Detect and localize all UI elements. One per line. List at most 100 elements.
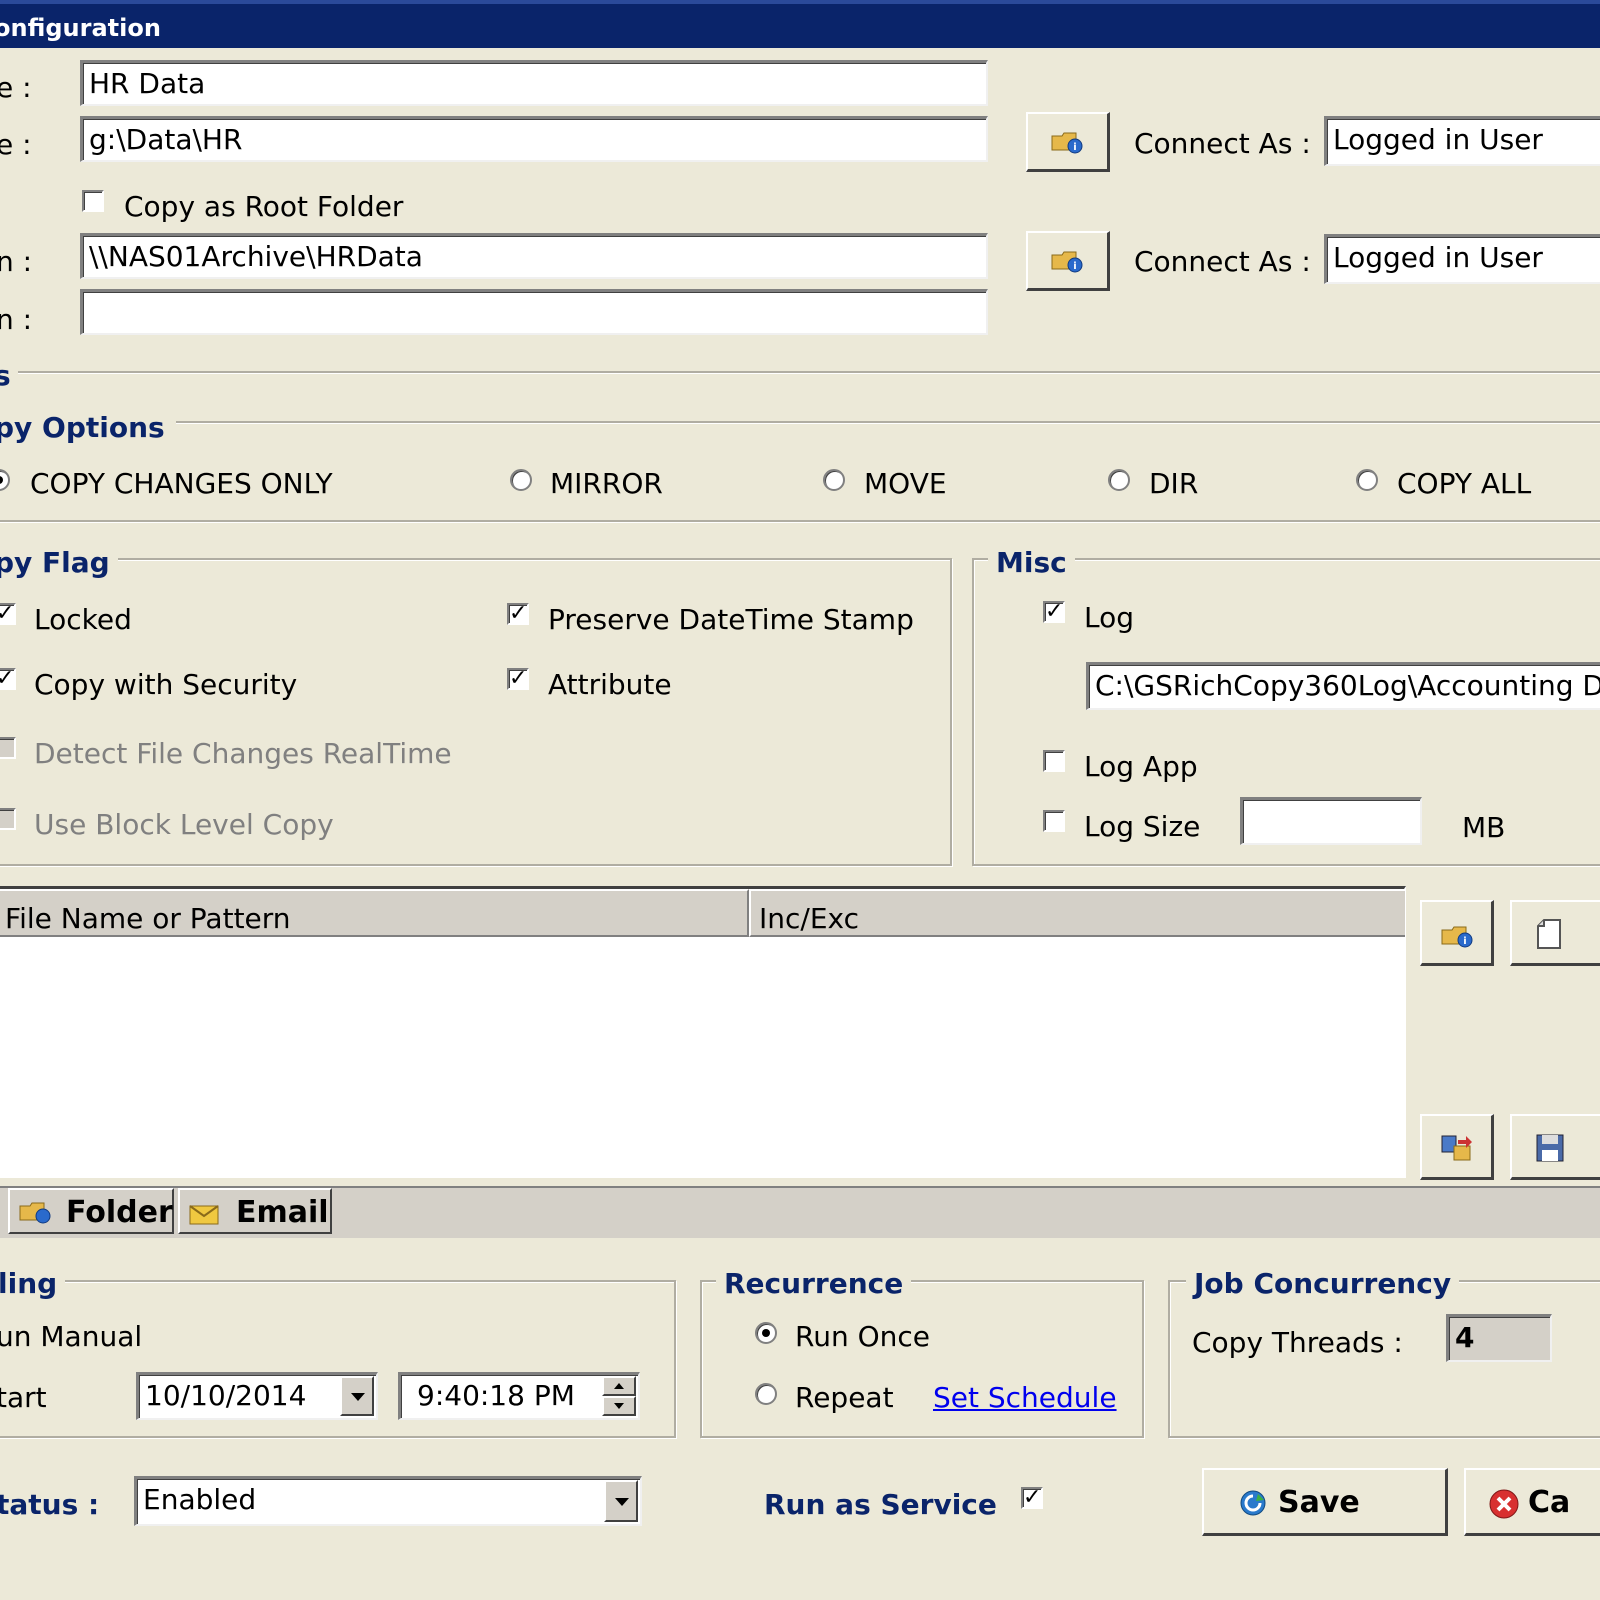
attribute-label: Attribute — [548, 668, 672, 701]
tab-folder-label: Folder — [66, 1195, 173, 1230]
status-label: tatus : — [0, 1488, 100, 1521]
status-value: Enabled — [143, 1483, 257, 1516]
copy-changes-only-label: COPY CHANGES ONLY — [30, 467, 333, 500]
job-concurrency-title: Job Concurrency — [1186, 1270, 1460, 1298]
detect-changes-label: Detect File Changes RealTime — [34, 737, 452, 770]
cancel-icon — [1489, 1489, 1519, 1519]
move-label: MOVE — [864, 467, 947, 500]
repeat-label: Repeat — [795, 1381, 894, 1414]
status-select[interactable]: Enabled — [134, 1476, 642, 1526]
svg-text:i: i — [1073, 261, 1076, 272]
recurrence-group — [700, 1280, 1144, 1438]
destination2-path-input[interactable] — [80, 289, 988, 335]
copy-all-label: COPY ALL — [1397, 467, 1532, 500]
destination-path-input[interactable]: \\NAS01Archive\HRData — [80, 233, 988, 279]
time-up-button[interactable] — [602, 1376, 636, 1396]
start-label: tart — [0, 1381, 47, 1414]
preserve-datetime-checkbox[interactable]: ✓ — [507, 603, 529, 625]
copy-security-checkbox[interactable]: ✓ — [0, 668, 16, 690]
log-app-label: Log App — [1084, 750, 1198, 783]
source-label: e : — [0, 128, 32, 161]
repeat-radio[interactable] — [755, 1383, 777, 1405]
log-path-input[interactable]: C:\GSRichCopy360Log\Accounting D — [1086, 662, 1600, 710]
run-as-service-label: Run as Service — [764, 1488, 997, 1521]
status-dropdown-button[interactable] — [604, 1480, 638, 1522]
new-document-icon — [1537, 919, 1561, 949]
copy-options-title: py Options — [0, 411, 165, 444]
dir-label: DIR — [1149, 467, 1199, 500]
destination2-label: n : — [0, 303, 33, 336]
scheduling-title: ling — [0, 1270, 66, 1298]
misc-title: Misc — [988, 549, 1075, 577]
run-once-radio[interactable] — [755, 1322, 777, 1344]
copy-flag-title: py Flag — [0, 549, 118, 577]
source-path-input[interactable]: g:\Data\HR — [80, 116, 988, 162]
job-name-input[interactable]: HR Data — [80, 60, 988, 106]
log-size-checkbox[interactable] — [1043, 810, 1065, 832]
chevron-down-icon — [351, 1393, 365, 1401]
set-schedule-link[interactable]: Set Schedule — [933, 1384, 1117, 1412]
copy-options-divider-top — [176, 421, 1600, 424]
tab-email-label: Email — [236, 1195, 329, 1230]
move-radio[interactable] — [823, 469, 845, 491]
connect-as-destination-input[interactable]: Logged in User — [1324, 234, 1600, 284]
save-button[interactable]: Save — [1202, 1468, 1448, 1536]
destination-label: n : — [0, 245, 33, 278]
column-header-incexc[interactable]: Inc/Exc — [749, 889, 1405, 937]
chevron-down-icon — [615, 1498, 629, 1506]
connect-as-source-input[interactable]: Logged in User — [1324, 116, 1600, 166]
detect-changes-checkbox[interactable] — [0, 737, 16, 759]
floppy-disk-icon — [1536, 1134, 1564, 1162]
save-filter-button[interactable] — [1510, 1114, 1600, 1180]
cancel-button[interactable]: Ca — [1464, 1468, 1600, 1536]
run-once-label: Run Once — [795, 1320, 930, 1353]
svg-text:i: i — [1073, 142, 1076, 153]
browse-destination-button[interactable]: i — [1026, 231, 1110, 291]
window-title: onfiguration — [0, 14, 161, 42]
spin-down-icon — [614, 1403, 624, 1409]
log-app-checkbox[interactable] — [1043, 750, 1065, 772]
recurrence-title: Recurrence — [716, 1270, 912, 1298]
start-time-value: 9:40:18 PM — [417, 1379, 575, 1412]
import-icon — [1441, 1135, 1472, 1161]
log-size-unit: MB — [1462, 811, 1506, 844]
tab-folder[interactable]: Folder — [8, 1188, 174, 1234]
tab-email[interactable]: Email — [178, 1188, 332, 1234]
filter-table[interactable]: File Name or Pattern Inc/Exc — [0, 886, 1406, 1178]
copy-changes-only-radio[interactable] — [0, 469, 10, 491]
time-down-button[interactable] — [602, 1396, 636, 1416]
folder-info-icon: i — [1051, 251, 1083, 273]
start-date-value: 10/10/2014 — [145, 1379, 307, 1412]
log-label: Log — [1084, 601, 1135, 634]
folder-icon — [19, 1202, 51, 1224]
add-filter-button[interactable]: i — [1420, 900, 1494, 966]
options-divider — [18, 371, 1600, 374]
connect-as-source-label: Connect As : — [1134, 127, 1311, 160]
locked-checkbox[interactable]: ✓ — [0, 603, 16, 625]
column-header-pattern-label: File Name or Pattern — [5, 902, 291, 935]
copy-root-label: Copy as Root Folder — [124, 190, 404, 223]
import-filter-button[interactable] — [1420, 1114, 1494, 1180]
mirror-radio[interactable] — [510, 469, 532, 491]
log-size-input[interactable] — [1240, 797, 1422, 845]
run-as-service-checkbox[interactable]: ✓ — [1021, 1487, 1043, 1509]
date-dropdown-button[interactable] — [340, 1376, 374, 1416]
copy-security-label: Copy with Security — [34, 668, 298, 701]
browse-source-button[interactable]: i — [1026, 112, 1110, 172]
log-size-label: Log Size — [1084, 810, 1201, 843]
title-bar: onfiguration — [0, 0, 1600, 48]
copy-all-radio[interactable] — [1356, 469, 1378, 491]
save-label: Save — [1278, 1485, 1360, 1520]
block-level-checkbox[interactable] — [0, 808, 16, 830]
column-header-pattern[interactable]: File Name or Pattern — [0, 889, 749, 937]
cancel-label: Ca — [1528, 1485, 1571, 1520]
copy-root-checkbox[interactable] — [82, 190, 104, 212]
preserve-datetime-label: Preserve DateTime Stamp — [548, 603, 914, 636]
log-checkbox[interactable]: ✓ — [1043, 601, 1065, 623]
new-filter-button[interactable] — [1510, 900, 1600, 966]
dir-radio[interactable] — [1108, 469, 1130, 491]
attribute-checkbox[interactable]: ✓ — [507, 668, 529, 690]
copy-threads-input[interactable]: 4 — [1446, 1314, 1552, 1362]
spin-up-icon — [614, 1383, 624, 1389]
options-section-title: s — [0, 359, 11, 392]
